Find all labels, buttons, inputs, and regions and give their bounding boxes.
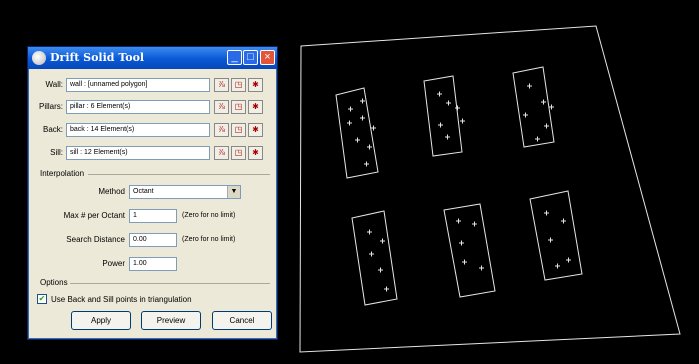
back-field[interactable]: back : 14 Element(s) — [66, 123, 210, 137]
wall-field[interactable]: wall : [unnamed polygon] — [66, 78, 210, 92]
chevron-down-icon[interactable]: ▼ — [227, 186, 240, 198]
interpolation-heading: Interpolation — [40, 169, 85, 178]
maximize-icon[interactable]: □ — [243, 50, 258, 65]
method-select[interactable]: Octant ▼ — [129, 185, 241, 199]
minimize-icon[interactable]: _ — [227, 50, 242, 65]
close-icon[interactable]: × — [260, 50, 275, 65]
title-bar[interactable]: Drift Solid Tool _ □ × — [28, 47, 277, 69]
wall-label: Wall: — [45, 80, 63, 89]
pillar-5[interactable] — [443, 203, 496, 298]
power-label: Power — [102, 259, 125, 268]
wall-outline — [299, 25, 681, 353]
interpolation-divider — [88, 174, 270, 175]
dialog-title: Drift Solid Tool — [50, 51, 145, 64]
pillars-clear-icon[interactable]: ✱ — [248, 100, 263, 114]
desktop-background: Drift Solid Tool _ □ × Wall: wall : [unn… — [0, 0, 699, 364]
search-note: (Zero for no limit) — [182, 236, 236, 243]
drift-solid-tool-dialog: Drift Solid Tool _ □ × Wall: wall : [unn… — [27, 46, 278, 340]
back-select-icon[interactable]: ◳ — [231, 123, 246, 137]
max-per-octant-field[interactable]: 1 — [129, 209, 177, 223]
back-pick-icon[interactable]: ⅞ — [214, 123, 229, 137]
wall-pick-icon[interactable]: ⅞ — [214, 78, 229, 92]
max-per-octant-label: Max # per Octant — [63, 211, 125, 220]
pillars-field[interactable]: pillar : 6 Element(s) — [66, 100, 210, 114]
triangulation-checkbox[interactable]: ✔ — [37, 294, 47, 304]
pillars-select-icon[interactable]: ◳ — [231, 100, 246, 114]
pillar-2[interactable] — [423, 75, 463, 157]
search-distance-field[interactable]: 0.00 — [129, 233, 177, 247]
options-divider — [70, 283, 270, 284]
sill-field[interactable]: sill : 12 Element(s) — [66, 146, 210, 160]
pillars-label: Pillars: — [38, 102, 63, 111]
back-label: Back: — [42, 125, 63, 134]
wall-select-icon[interactable]: ◳ — [231, 78, 246, 92]
method-value: Octant — [133, 188, 154, 195]
pillar-4[interactable] — [351, 210, 398, 306]
method-label: Method — [98, 187, 125, 196]
sill-clear-icon[interactable]: ✱ — [248, 146, 263, 160]
triangulation-checkbox-label[interactable]: Use Back and Sill points in triangulatio… — [51, 295, 192, 304]
preview-button[interactable]: Preview — [141, 311, 201, 330]
options-heading: Options — [40, 278, 68, 287]
search-distance-label: Search Distance — [66, 235, 125, 244]
back-clear-icon[interactable]: ✱ — [248, 123, 263, 137]
pillars-pick-icon[interactable]: ⅞ — [214, 100, 229, 114]
sill-pick-icon[interactable]: ⅞ — [214, 146, 229, 160]
sill-label: Sill: — [50, 148, 63, 157]
pillar-3[interactable] — [512, 66, 555, 148]
apply-button[interactable]: Apply — [71, 311, 131, 330]
point-markers — [347, 83, 571, 292]
pillar-1[interactable] — [335, 87, 379, 179]
max-note: (Zero for no limit) — [182, 212, 236, 219]
app-icon — [32, 51, 46, 65]
pillar-6[interactable] — [529, 190, 583, 281]
cancel-button[interactable]: Cancel — [212, 311, 272, 330]
sill-select-icon[interactable]: ◳ — [231, 146, 246, 160]
power-field[interactable]: 1.00 — [129, 257, 177, 271]
wall-clear-icon[interactable]: ✱ — [248, 78, 263, 92]
